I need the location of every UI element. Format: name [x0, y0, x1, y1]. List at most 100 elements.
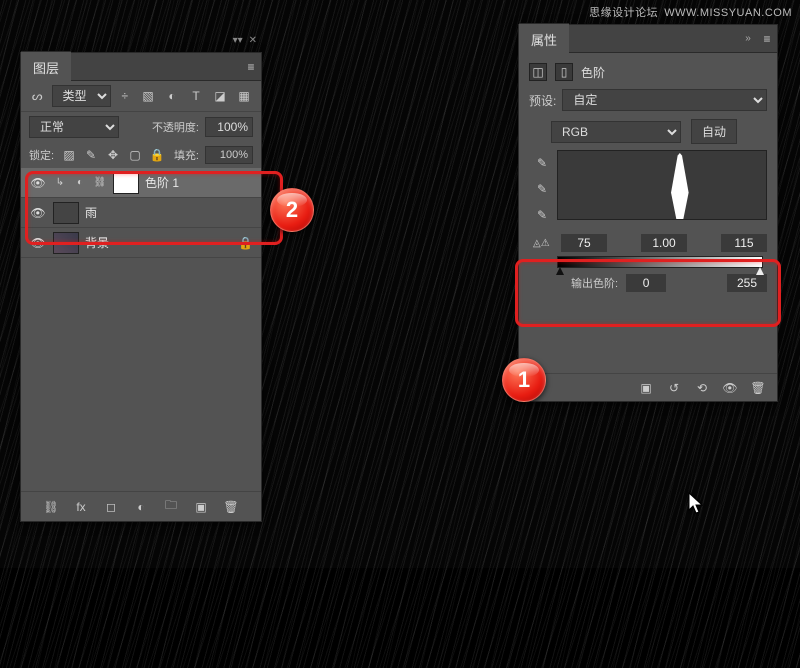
- clip-arrow-icon: ↳: [53, 176, 67, 190]
- fill-label: 填充:: [174, 147, 199, 163]
- panel-close-icon[interactable]: ✕: [249, 35, 257, 51]
- out-black-slider[interactable]: [556, 267, 564, 275]
- filter-chevron-icon[interactable]: ÷: [117, 87, 134, 105]
- adjustment-name: 色阶: [581, 64, 605, 81]
- preset-select[interactable]: 自定: [562, 89, 767, 111]
- preset-row: 预设: 自定: [529, 89, 767, 111]
- layer-name[interactable]: 雨: [85, 204, 97, 221]
- mask-mode-icon[interactable]: ▯: [555, 63, 573, 81]
- output-gradient[interactable]: [557, 256, 763, 268]
- lock-label: 锁定:: [29, 147, 54, 163]
- fill-value[interactable]: 100%: [205, 146, 253, 164]
- visibility-icon[interactable]: 👁: [29, 174, 47, 192]
- black-eyedropper-icon[interactable]: ✎: [533, 154, 551, 172]
- layer-name[interactable]: 色阶 1: [145, 174, 179, 191]
- link-layers-icon[interactable]: ⛓: [42, 498, 60, 516]
- new-layer-icon[interactable]: ▣: [192, 498, 210, 516]
- adjustment-icon: ◐: [73, 176, 87, 190]
- input-black-field[interactable]: [561, 234, 607, 252]
- blend-mode-select[interactable]: 正常: [29, 116, 119, 138]
- lock-pixels-icon[interactable]: ✎: [82, 146, 100, 164]
- lock-artboard-icon[interactable]: ▢: [126, 146, 144, 164]
- filter-adjust-icon[interactable]: ◐: [163, 87, 181, 105]
- filter-smart-icon[interactable]: ▦: [235, 87, 253, 105]
- opacity-value[interactable]: 100%: [205, 117, 253, 137]
- black-slider[interactable]: [618, 219, 626, 220]
- eyedropper-column: ✎ ✎ ✎: [533, 150, 551, 224]
- callout-badge-1: 1: [502, 358, 546, 402]
- levels-icon[interactable]: ◫: [529, 63, 547, 81]
- layer-thumbnail[interactable]: [53, 202, 79, 224]
- output-levels-row: 输出色阶:: [529, 268, 767, 292]
- lock-position-icon[interactable]: ✥: [104, 146, 122, 164]
- input-levels-row: ◬⚠: [529, 234, 767, 252]
- output-white-field[interactable]: [727, 274, 767, 292]
- adjustment-new-icon[interactable]: ◐: [132, 498, 150, 516]
- visibility-icon[interactable]: 👁: [29, 204, 47, 222]
- properties-body: ◫ ▯ 色阶 预设: 自定 RGB 自动 ✎ ✎ ✎: [519, 53, 777, 298]
- filter-type-icon[interactable]: T: [187, 87, 205, 105]
- layers-bottom-bar: ⛓ fx ◻ ◐ 🗀 ▣ 🗑: [21, 491, 261, 521]
- properties-tabbar: 属性 » ≡: [519, 25, 777, 53]
- panel-collapse-icon[interactable]: »: [739, 33, 757, 44]
- fx-icon[interactable]: fx: [72, 498, 90, 516]
- histogram-area: ✎ ✎ ✎: [533, 150, 767, 224]
- watermark-text-cn: 思缘设计论坛: [589, 7, 658, 19]
- link-icon: ⛓: [93, 176, 107, 190]
- blend-row: 正常 不透明度: 100%: [21, 112, 261, 142]
- group-icon[interactable]: 🗀: [162, 498, 180, 516]
- visibility-icon[interactable]: 👁: [29, 234, 47, 252]
- layers-tabbar: 图层 ≡: [21, 53, 261, 81]
- output-black-field[interactable]: [626, 274, 666, 292]
- panel-float-controls: ▾▾ ✕: [221, 35, 261, 51]
- layers-panel: ▾▾ ✕ 图层 ≡ ᔕ 类型 ÷ ▧ ◐ T ◪ ▦ 正常 不透明度: 100%…: [20, 52, 262, 522]
- panel-menu-icon[interactable]: ≡: [241, 60, 261, 74]
- auto-button[interactable]: 自动: [691, 119, 737, 144]
- lock-all-icon[interactable]: 🔒: [148, 146, 166, 164]
- panel-menu-icon[interactable]: ≡: [757, 32, 777, 46]
- lock-row: 锁定: ▨ ✎ ✥ ▢ 🔒 填充: 100%: [21, 142, 261, 168]
- view-previous-icon[interactable]: ↺: [665, 379, 683, 397]
- histogram-shape: [658, 153, 702, 219]
- watermark-text-url: WWW.MISSYUAN.COM: [664, 7, 792, 19]
- channel-row: RGB 自动: [529, 119, 767, 144]
- filter-search-icon[interactable]: ᔕ: [29, 87, 46, 105]
- layer-filter-row: ᔕ 类型 ÷ ▧ ◐ T ◪ ▦: [21, 81, 261, 112]
- layer-name[interactable]: 背景: [85, 234, 109, 251]
- clip-to-layer-icon[interactable]: ▣: [637, 379, 655, 397]
- properties-panel: 属性 » ≡ ◫ ▯ 色阶 预设: 自定 RGB 自动 ✎ ✎ ✎: [518, 24, 778, 402]
- channel-select[interactable]: RGB: [551, 121, 681, 143]
- layer-list: 👁 ↳ ◐ ⛓ 色阶 1 👁 雨 👁 背景 🔒: [21, 168, 261, 258]
- lock-icon[interactable]: 🔒: [238, 236, 253, 250]
- watermark: 思缘设计论坛 WWW.MISSYUAN.COM: [589, 4, 792, 20]
- panel-collapse-icon[interactable]: ▾▾: [233, 35, 243, 51]
- reset-icon[interactable]: ⟲: [693, 379, 711, 397]
- preset-label: 预设:: [529, 92, 556, 109]
- white-eyedropper-icon[interactable]: ✎: [533, 206, 551, 224]
- filter-kind-select[interactable]: 类型: [52, 85, 111, 107]
- layer-row-rain[interactable]: 👁 雨: [21, 198, 261, 228]
- levels-warning-icon: ◬⚠: [533, 238, 555, 249]
- delete-adjustment-icon[interactable]: 🗑: [749, 379, 767, 397]
- mask-icon[interactable]: ◻: [102, 498, 120, 516]
- layer-row-levels[interactable]: 👁 ↳ ◐ ⛓ 色阶 1: [21, 168, 261, 198]
- lock-transparency-icon[interactable]: ▨: [60, 146, 78, 164]
- input-gamma-field[interactable]: [641, 234, 687, 252]
- layers-tab[interactable]: 图层: [21, 51, 71, 83]
- visibility-toggle-icon[interactable]: 👁: [721, 379, 739, 397]
- white-slider[interactable]: [650, 219, 658, 220]
- adjustment-header: ◫ ▯ 色阶: [529, 59, 767, 89]
- filter-pixel-icon[interactable]: ▧: [139, 87, 157, 105]
- gray-eyedropper-icon[interactable]: ✎: [533, 180, 551, 198]
- gamma-slider[interactable]: [635, 219, 643, 220]
- layer-row-background[interactable]: 👁 背景 🔒: [21, 228, 261, 258]
- layer-thumbnail[interactable]: [53, 232, 79, 254]
- delete-icon[interactable]: 🗑: [222, 498, 240, 516]
- input-white-field[interactable]: [721, 234, 767, 252]
- mask-thumbnail[interactable]: [113, 172, 139, 194]
- output-label: 输出色阶:: [571, 275, 618, 291]
- properties-tab[interactable]: 属性: [519, 23, 569, 55]
- out-white-slider[interactable]: [756, 267, 764, 275]
- histogram[interactable]: [557, 150, 767, 220]
- filter-shape-icon[interactable]: ◪: [211, 87, 229, 105]
